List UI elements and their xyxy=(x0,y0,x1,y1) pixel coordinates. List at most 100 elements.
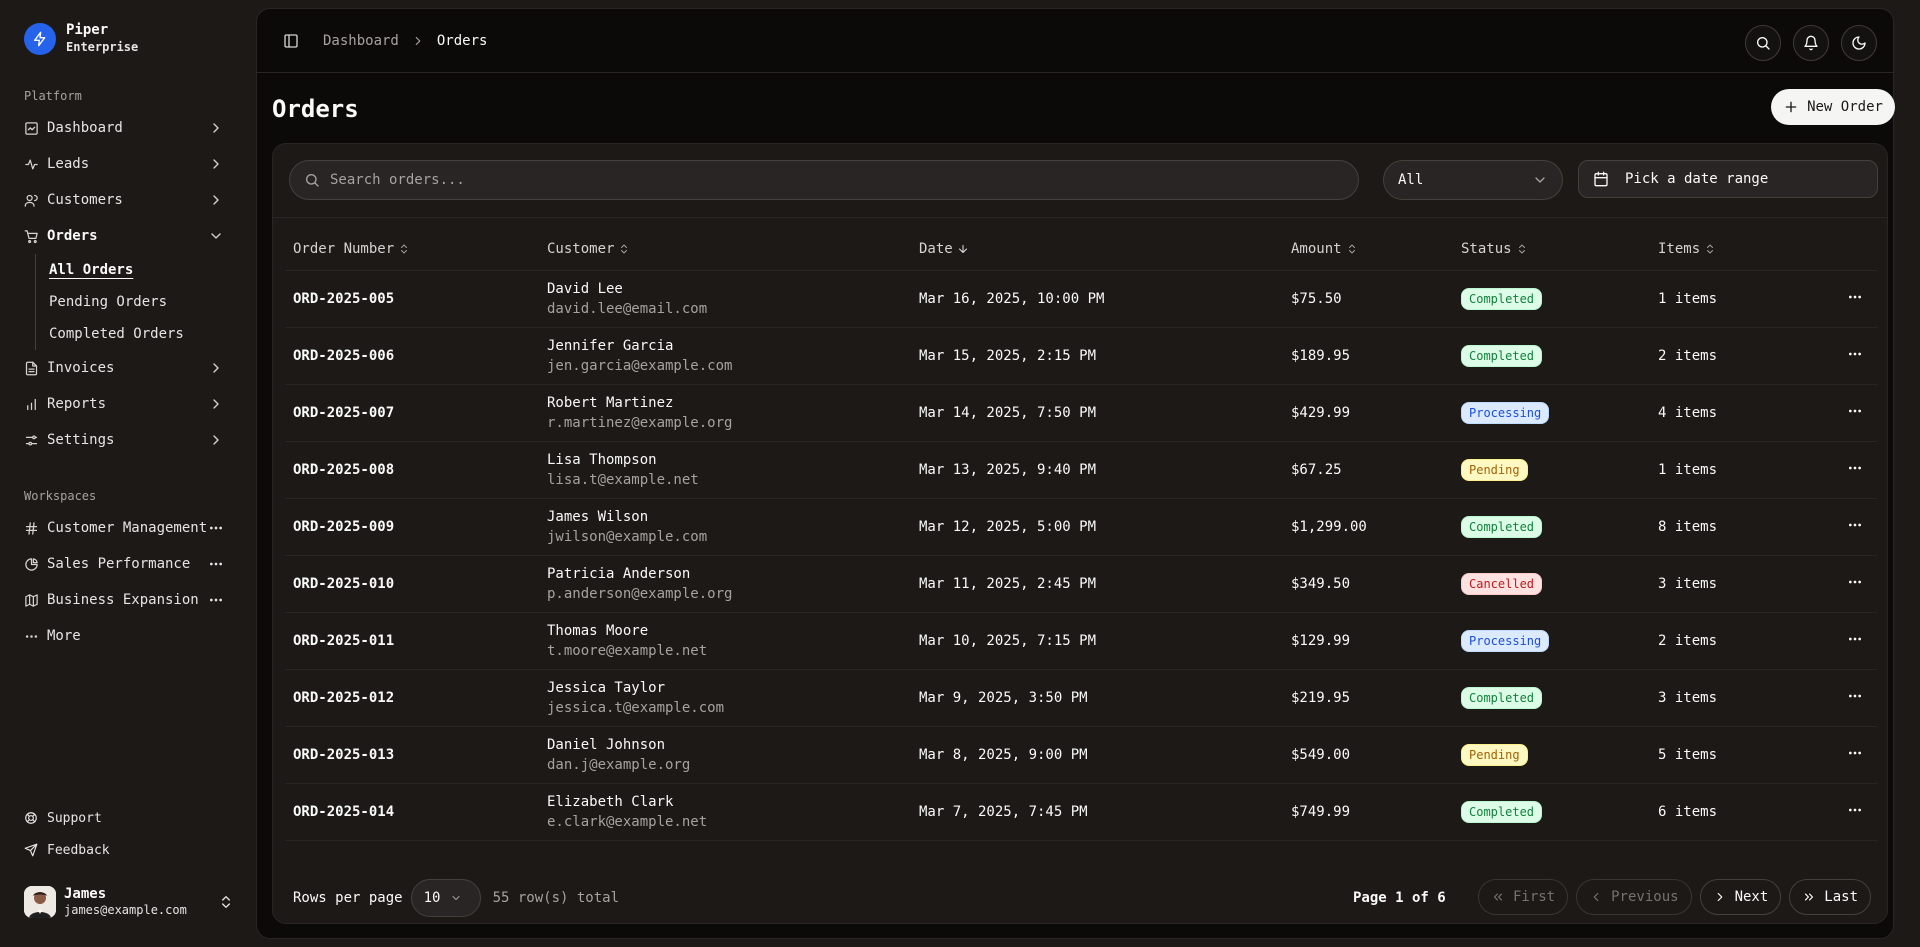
table-row[interactable]: ORD-2025-008 Lisa Thompson lisa.t@example.… xyxy=(285,441,1877,499)
arrow-down-icon xyxy=(958,244,967,253)
submenu-item-all-orders[interactable]: All Orders xyxy=(49,254,240,286)
row-actions-button[interactable] xyxy=(1837,384,1877,442)
table-row[interactable]: ORD-2025-011 Thomas Moore t.moore@example.… xyxy=(285,612,1877,670)
sort-icon xyxy=(1707,244,1714,254)
customer-cell: Thomas Moore t.moore@example.net xyxy=(539,612,911,670)
search-box[interactable] xyxy=(289,160,1359,200)
sidebar-item-invoices[interactable]: Invoices xyxy=(16,350,240,386)
bell-icon xyxy=(1804,35,1818,51)
submenu-label: Completed Orders xyxy=(49,326,184,342)
submenu-item-completed-orders[interactable]: Completed Orders xyxy=(49,318,240,350)
sidebar-item-support[interactable]: Support xyxy=(16,802,240,834)
user-menu[interactable]: James james@example.com xyxy=(24,886,234,918)
column-header-items[interactable]: Items xyxy=(1650,228,1837,271)
send-icon xyxy=(24,843,38,857)
avatar xyxy=(24,886,56,918)
customer-cell: Robert Martinez r.martinez@example.org xyxy=(539,384,911,442)
more-horizontal-icon xyxy=(1849,352,1861,355)
row-actions-button[interactable] xyxy=(1837,270,1877,328)
customer-name: Elizabeth Clark xyxy=(547,793,674,810)
sidebar-item-dashboard[interactable]: Dashboard xyxy=(16,110,240,146)
submenu-item-pending-orders[interactable]: Pending Orders xyxy=(49,286,240,318)
next-page-button[interactable]: Next xyxy=(1699,879,1782,915)
sidebar-item-feedback[interactable]: Feedback xyxy=(16,834,240,866)
last-page-button[interactable]: Last xyxy=(1789,879,1871,915)
customer-email: jessica.t@example.com xyxy=(547,699,725,716)
more-horizontal-icon xyxy=(1849,808,1861,811)
row-actions-button[interactable] xyxy=(1837,498,1877,556)
sidebar-item-label: Settings xyxy=(47,432,115,448)
more-horizontal-icon[interactable] xyxy=(208,556,224,572)
new-order-button[interactable]: New Order xyxy=(1771,89,1895,125)
sidebar-toggle-button[interactable] xyxy=(277,27,305,55)
row-actions-button[interactable] xyxy=(1837,669,1877,727)
row-actions-button[interactable] xyxy=(1837,555,1877,613)
order-number-cell: ORD-2025-011 xyxy=(285,612,539,670)
workspace-label: Customer Management xyxy=(47,520,208,536)
main-panel: Dashboard Orders Orders New Order Search… xyxy=(256,8,1895,939)
column-header-customer[interactable]: Customer xyxy=(539,228,911,271)
workspace-item-sales-performance[interactable]: Sales Performance xyxy=(16,546,240,582)
more-horizontal-icon[interactable] xyxy=(208,592,224,608)
row-actions-button[interactable] xyxy=(1837,612,1877,670)
top-actions xyxy=(1745,25,1877,61)
sidebar-item-leads[interactable]: Leads xyxy=(16,146,240,182)
row-actions-button[interactable] xyxy=(1837,726,1877,784)
table-row[interactable]: ORD-2025-014 Elizabeth Clark e.clark@examp… xyxy=(285,783,1877,841)
status-cell: Cancelled xyxy=(1453,555,1650,613)
status-badge: Processing xyxy=(1461,401,1550,424)
sidebar-item-orders[interactable]: Orders xyxy=(16,218,240,254)
status-filter-select[interactable]: All xyxy=(1383,160,1563,200)
table-row[interactable]: ORD-2025-013 Daniel Johnson dan.j@example.… xyxy=(285,726,1877,784)
sidebar-item-reports[interactable]: Reports xyxy=(16,386,240,422)
table-row[interactable]: ORD-2025-005 David Lee david.lee@email.com… xyxy=(285,270,1877,328)
breadcrumb-dashboard[interactable]: Dashboard xyxy=(323,33,399,49)
sidebar-item-settings[interactable]: Settings xyxy=(16,422,240,458)
workspace-item-business-expansion[interactable]: Business Expansion xyxy=(16,582,240,618)
workspace-item-customer-management[interactable]: Customer Management xyxy=(16,510,240,546)
date-cell: Mar 8, 2025, 9:00 PM xyxy=(911,726,1283,784)
column-header-amount[interactable]: Amount xyxy=(1283,228,1453,271)
status-badge: Completed xyxy=(1461,800,1543,823)
items-cell: 6 items xyxy=(1650,783,1837,841)
row-actions-button[interactable] xyxy=(1837,327,1877,385)
chart-icon xyxy=(27,398,36,410)
table-row[interactable]: ORD-2025-009 James Wilson jwilson@example.… xyxy=(285,498,1877,556)
theme-toggle-button[interactable] xyxy=(1841,25,1877,61)
customer-email: lisa.t@example.net xyxy=(547,471,699,488)
search-input[interactable] xyxy=(330,172,1230,188)
column-header-status[interactable]: Status xyxy=(1453,228,1650,271)
workspace-label: Sales Performance xyxy=(47,556,191,572)
pagination-buttons: First Previous Next Last xyxy=(1477,879,1871,915)
table-row[interactable]: ORD-2025-006 Jennifer Garcia jen.garcia@ex… xyxy=(285,327,1877,385)
previous-page-button[interactable]: Previous xyxy=(1576,879,1692,915)
customer-name: Thomas Moore xyxy=(547,622,649,639)
chevron-down-icon xyxy=(452,896,460,900)
sidebar-item-customers[interactable]: Customers xyxy=(16,182,240,218)
status-badge: Processing xyxy=(1461,629,1550,652)
date-cell: Mar 16, 2025, 10:00 PM xyxy=(911,270,1283,328)
sidebar-item-more[interactable]: More xyxy=(16,618,240,654)
table-row[interactable]: ORD-2025-010 Patricia Anderson p.anderson@… xyxy=(285,555,1877,613)
column-header-date[interactable]: Date xyxy=(911,228,1283,271)
customer-cell: Jennifer Garcia jen.garcia@example.com xyxy=(539,327,911,385)
brand-switcher[interactable]: Piper Enterprise xyxy=(24,22,138,55)
row-actions-button[interactable] xyxy=(1837,441,1877,499)
first-page-button[interactable]: First xyxy=(1477,879,1569,915)
table-row[interactable]: ORD-2025-007 Robert Martinez r.martinez@ex… xyxy=(285,384,1877,442)
status-cell: Pending xyxy=(1453,726,1650,784)
rows-per-page-select[interactable]: 10 xyxy=(410,879,481,917)
date-range-picker[interactable]: Pick a date range xyxy=(1578,160,1878,198)
row-actions-button[interactable] xyxy=(1837,783,1877,841)
table-row[interactable]: ORD-2025-012 Jessica Taylor jessica.t@exam… xyxy=(285,669,1877,727)
notifications-button[interactable] xyxy=(1793,25,1829,61)
amount-cell: $749.99 xyxy=(1283,783,1453,841)
brand-name: Piper xyxy=(66,22,109,38)
column-label: Items xyxy=(1658,240,1701,257)
column-label: Customer xyxy=(547,240,615,257)
column-header-order-number[interactable]: Order Number xyxy=(285,228,539,271)
more-horizontal-icon[interactable] xyxy=(208,520,224,536)
customer-cell: Elizabeth Clark e.clark@example.net xyxy=(539,783,911,841)
search-button[interactable] xyxy=(1745,25,1781,61)
chevrons-up-down-icon xyxy=(222,896,230,908)
